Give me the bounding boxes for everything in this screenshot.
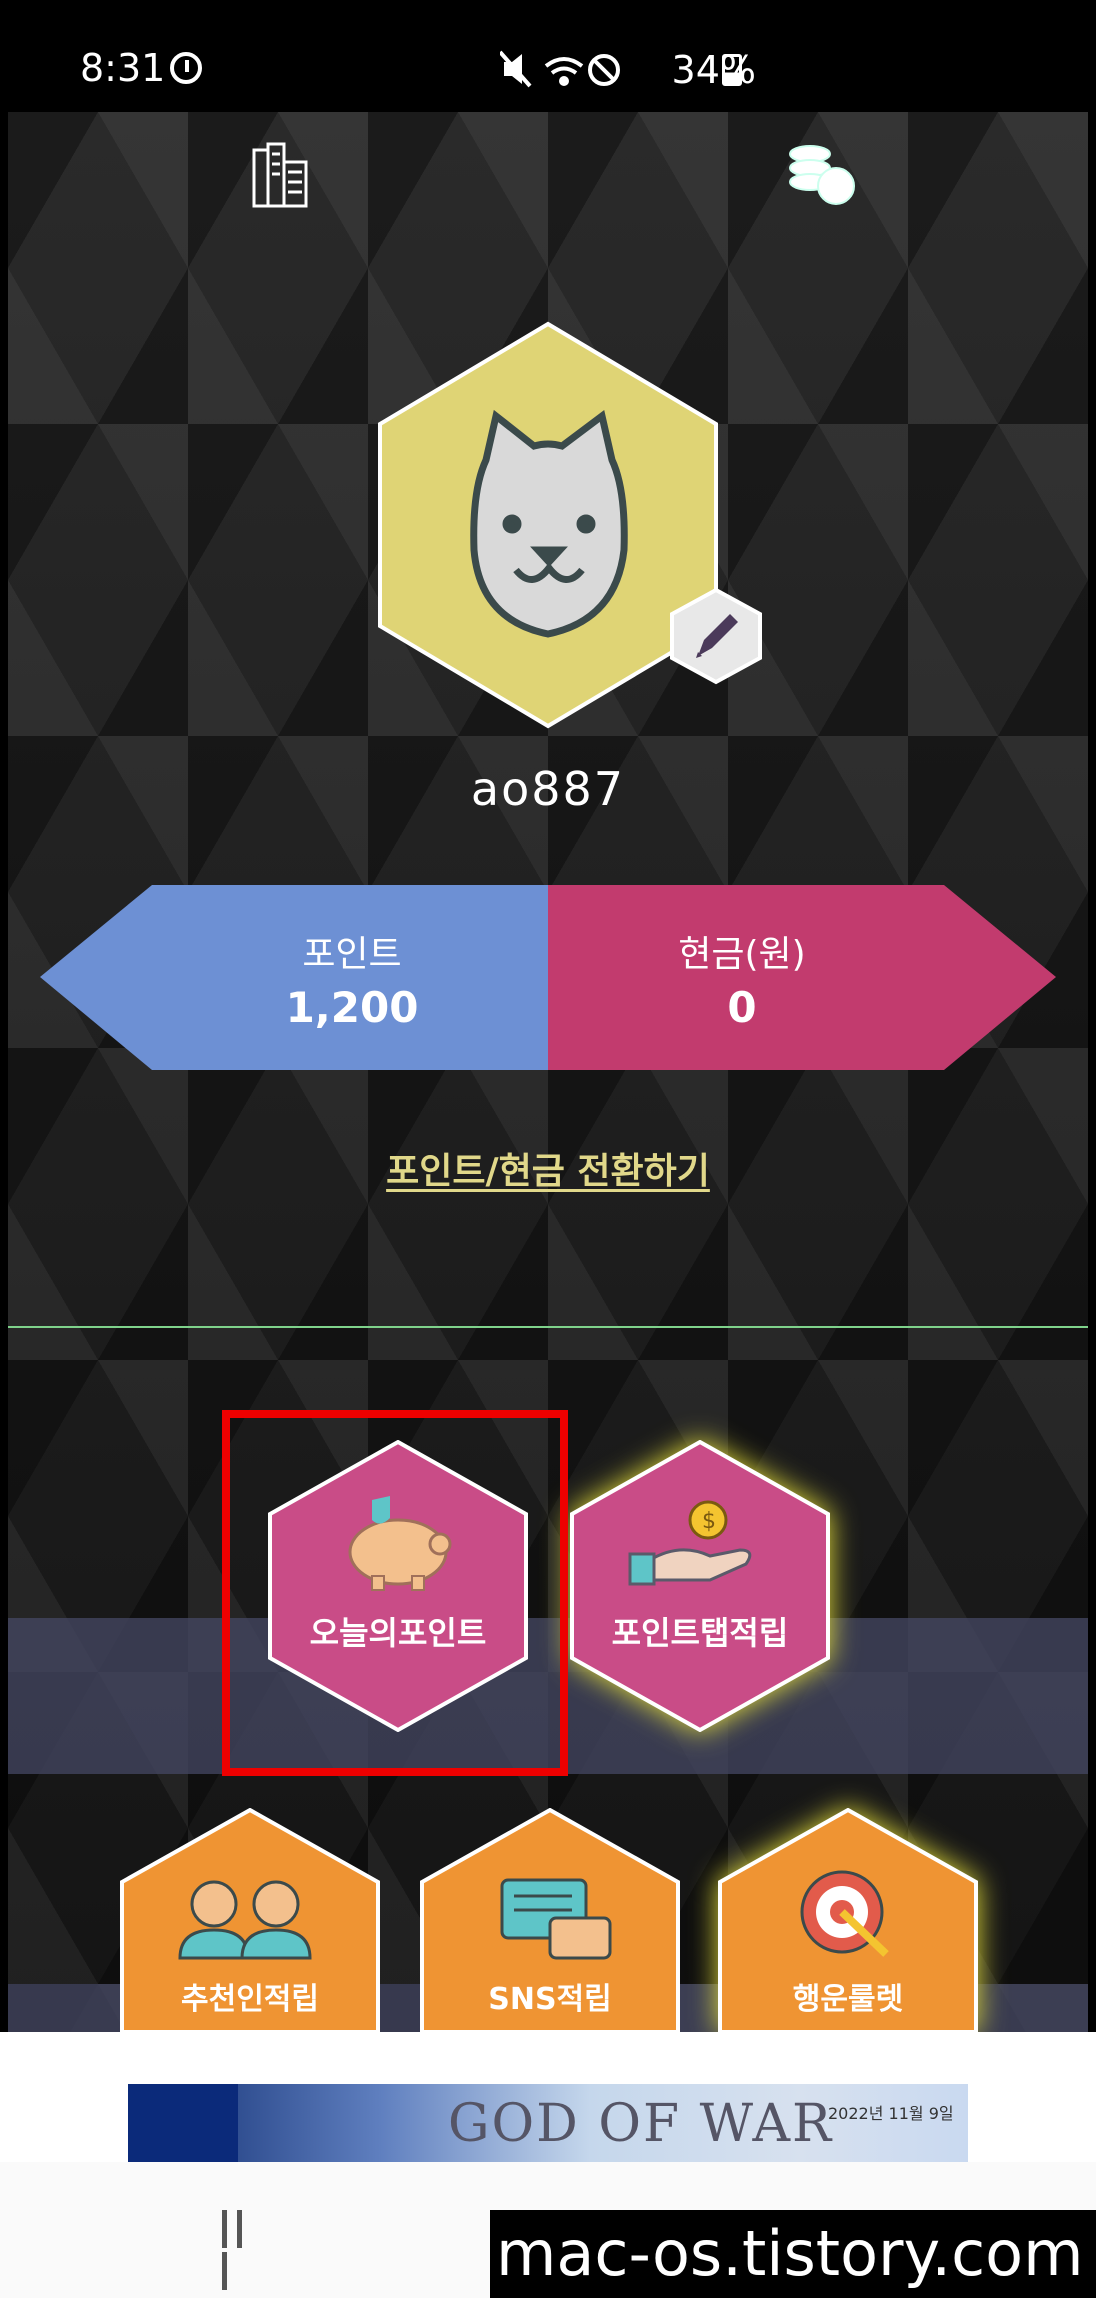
roulette-tile[interactable]: 행운룰렛 (718, 1808, 978, 2032)
playstation-logo (128, 2084, 238, 2162)
edit-profile-button[interactable] (668, 586, 764, 686)
svg-text:$: $ (702, 1509, 716, 1534)
ad-banner[interactable]: GOD OF WAR 2022년 11월 9일 (128, 2084, 968, 2162)
points-panel (40, 885, 548, 1070)
referral-label: 추천인적립 (181, 1982, 319, 2017)
points-value: 1,200 (285, 983, 419, 1032)
building-icon[interactable] (250, 140, 310, 210)
divider (8, 1326, 1088, 1328)
sns-tile[interactable]: SNS적립 (420, 1808, 680, 2032)
ad-date: 2022년 11월 9일 (828, 2104, 954, 2123)
balance-bar: 포인트 1,200 현금(원) 0 (40, 885, 1056, 1070)
recent-apps-button[interactable] (222, 2210, 266, 2290)
status-time: 8:31 (80, 46, 166, 90)
username: ao887 (470, 762, 626, 816)
alarm-clock-icon (170, 52, 202, 84)
sns-label: SNS적립 (488, 1982, 612, 2017)
roulette-label: 행운룰렛 (792, 1982, 904, 2017)
battery-icon (722, 54, 742, 86)
point-tap-label: 포인트탭적립 (611, 1614, 789, 1652)
app-screen: 8:31 34% ao887 포인트 1,200 현금(원) 0 포인트/현금 … (0, 0, 1096, 2298)
battery-percent: 34% (671, 48, 756, 92)
convert-points-cash-link[interactable]: 포인트/현금 전환하기 (0, 1142, 1096, 1194)
cat-face-icon (470, 409, 628, 638)
ad-title: GOD OF WAR (448, 2094, 834, 2154)
cash-panel (548, 885, 1056, 1070)
cash-label: 현금(원) (678, 934, 806, 975)
wifi-icon (544, 57, 584, 86)
mute-icon (500, 50, 532, 88)
status-icons (500, 50, 620, 88)
point-tap-tile[interactable]: $ 포인트탭적립 (570, 1440, 830, 1732)
highlight-box (222, 1410, 568, 1776)
points-label: 포인트 (302, 934, 402, 975)
status-bar: 8:31 34% (0, 0, 1096, 112)
coins-icon[interactable] (780, 140, 860, 210)
watermark: mac-os.tistory.com (490, 2210, 1096, 2298)
referral-tile[interactable]: 추천인적립 (120, 1808, 380, 2032)
cash-value: 0 (727, 983, 757, 1032)
do-not-disturb-icon (588, 54, 620, 86)
